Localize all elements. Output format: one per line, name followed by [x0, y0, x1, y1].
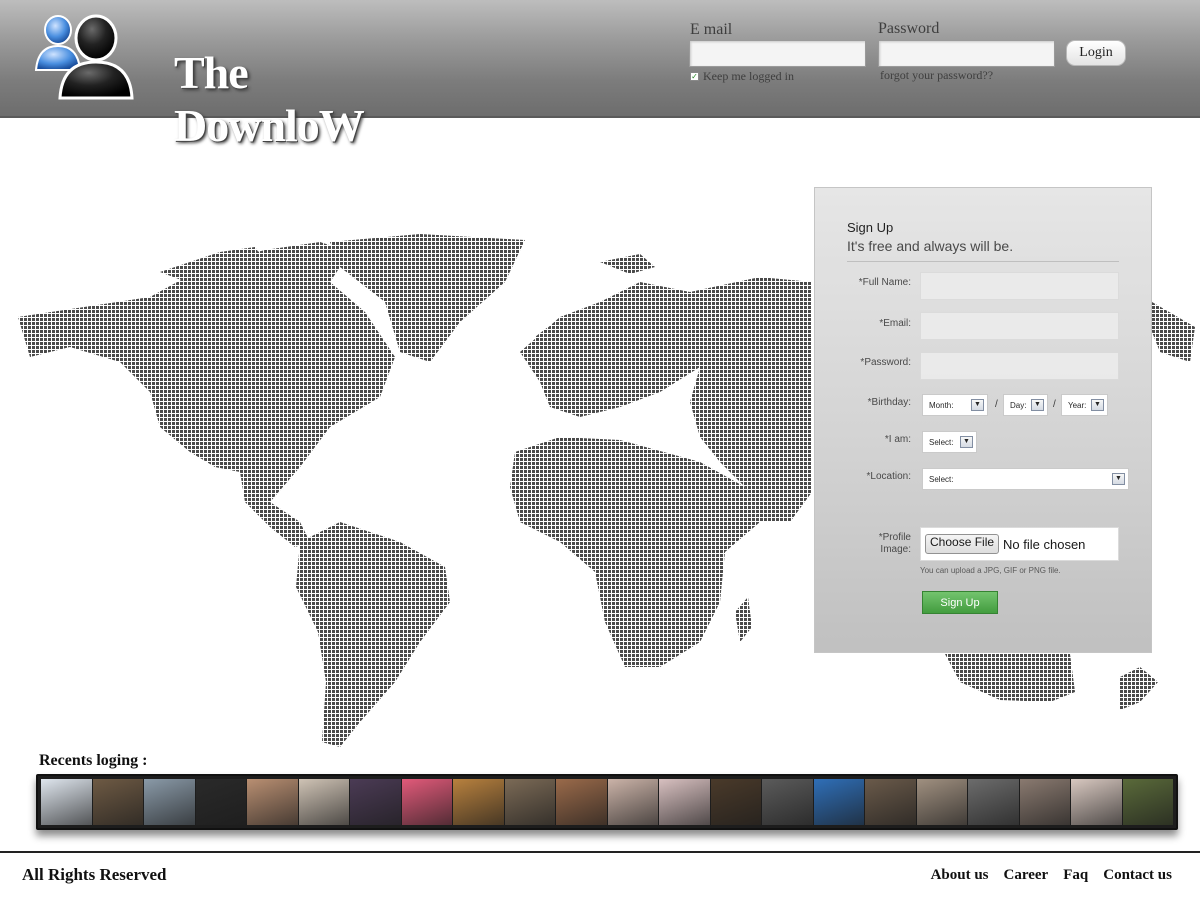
birthday-year-value: Year: [1068, 400, 1087, 410]
no-file-text: No file chosen [1003, 536, 1086, 552]
recent-user-thumbnail[interactable] [1019, 779, 1070, 825]
site-logo[interactable]: The DownloW [32, 8, 432, 151]
signup-title: Sign Up [847, 220, 894, 235]
recent-user-thumbnail[interactable] [607, 779, 658, 825]
email-label: E mail [690, 21, 733, 38]
recent-user-thumbnail[interactable] [916, 779, 967, 825]
footer-link-about[interactable]: About us [931, 867, 989, 884]
keep-logged-in-label: Keep me logged in [703, 69, 794, 83]
gender-label: *I am: [884, 434, 911, 445]
recent-user-thumbnail[interactable] [762, 779, 813, 825]
recent-user-thumbnail[interactable] [350, 779, 401, 825]
signup-subtitle: It's free and always will be. [847, 238, 1014, 254]
recent-user-thumbnail[interactable] [865, 779, 916, 825]
birthday-separator: / [1053, 399, 1056, 410]
recent-user-thumbnail[interactable] [247, 779, 298, 825]
recent-user-thumbnail[interactable] [710, 779, 761, 825]
birthday-label: *Birthday: [867, 397, 911, 408]
birthday-month-select[interactable]: Month: ▼ [922, 394, 988, 416]
signup-panel: Sign Up It's free and always will be. *F… [814, 187, 1152, 653]
recent-user-thumbnail[interactable] [1071, 779, 1122, 825]
signup-password-input[interactable] [920, 352, 1119, 380]
full-name-label: *Full Name: [858, 277, 911, 288]
recent-user-thumbnail[interactable] [195, 779, 246, 825]
birthday-month-value: Month: [929, 400, 954, 410]
footer-link-career[interactable]: Career [1004, 867, 1049, 884]
birthday-separator: / [995, 399, 998, 410]
recent-user-thumbnail[interactable] [92, 779, 143, 825]
birthday-day-value: Day: [1010, 400, 1027, 410]
profile-image-file-input[interactable]: Choose File No file chosen [920, 527, 1119, 561]
recents-title: Recents loging : [39, 752, 148, 769]
profile-image-label-cont: Image: [880, 544, 911, 555]
full-name-input[interactable] [920, 272, 1119, 300]
chevron-down-icon: ▼ [1031, 399, 1044, 411]
gender-select[interactable]: Select: ▼ [922, 431, 977, 453]
signup-password-label: *Password: [860, 357, 911, 368]
chevron-down-icon: ▼ [971, 399, 984, 411]
password-input[interactable] [878, 40, 1055, 67]
recent-user-thumbnail[interactable] [41, 779, 92, 825]
upload-hint: You can upload a JPG, GIF or PNG file. [920, 566, 1061, 575]
email-input[interactable] [689, 40, 866, 67]
site-header: The DownloW E mail Password Login ✓ Keep… [0, 0, 1200, 151]
chevron-down-icon: ▼ [960, 436, 973, 448]
location-value: Select: [929, 474, 954, 484]
keep-logged-in-checkbox[interactable]: ✓ [690, 72, 699, 81]
birthday-day-select[interactable]: Day: ▼ [1003, 394, 1048, 416]
location-label: *Location: [866, 471, 911, 482]
signup-email-label: *Email: [879, 318, 911, 329]
recent-user-thumbnail[interactable] [298, 779, 349, 825]
birthday-year-select[interactable]: Year: ▼ [1061, 394, 1108, 416]
gender-value: Select: [929, 437, 954, 447]
recents-thumbnail-strip [36, 774, 1178, 830]
recent-user-thumbnail[interactable] [144, 779, 195, 825]
footer-link-contact[interactable]: Contact us [1103, 867, 1172, 884]
recent-user-thumbnail[interactable] [813, 779, 864, 825]
forgot-password-link[interactable]: forgot your password?? [880, 68, 993, 83]
choose-file-button[interactable]: Choose File [925, 534, 1000, 554]
signup-email-input[interactable] [920, 312, 1119, 340]
footer-divider [0, 851, 1200, 853]
password-label: Password [878, 20, 940, 37]
copyright-text: All Rights Reserved [22, 865, 167, 884]
footer-nav: About us Career Faq Contact us [931, 867, 1172, 884]
recent-user-thumbnail[interactable] [659, 779, 710, 825]
signup-button[interactable]: Sign Up [922, 591, 998, 614]
login-button[interactable]: Login [1066, 40, 1126, 66]
profile-image-label: *Profile [878, 532, 911, 543]
recent-user-thumbnail[interactable] [556, 779, 607, 825]
recent-user-thumbnail[interactable] [1122, 779, 1173, 825]
footer-link-faq[interactable]: Faq [1063, 867, 1088, 884]
keep-logged-in[interactable]: ✓ Keep me logged in [690, 69, 794, 84]
recent-user-thumbnail[interactable] [968, 779, 1019, 825]
chevron-down-icon: ▼ [1112, 473, 1125, 485]
two-users-icon [34, 14, 134, 100]
recent-user-thumbnail[interactable] [504, 779, 555, 825]
recent-user-thumbnail[interactable] [401, 779, 452, 825]
location-select[interactable]: Select: ▼ [922, 468, 1129, 490]
brand-name: The DownloW [174, 47, 365, 151]
chevron-down-icon: ▼ [1091, 399, 1104, 411]
recent-user-thumbnail[interactable] [453, 779, 504, 825]
signup-divider [847, 261, 1119, 262]
